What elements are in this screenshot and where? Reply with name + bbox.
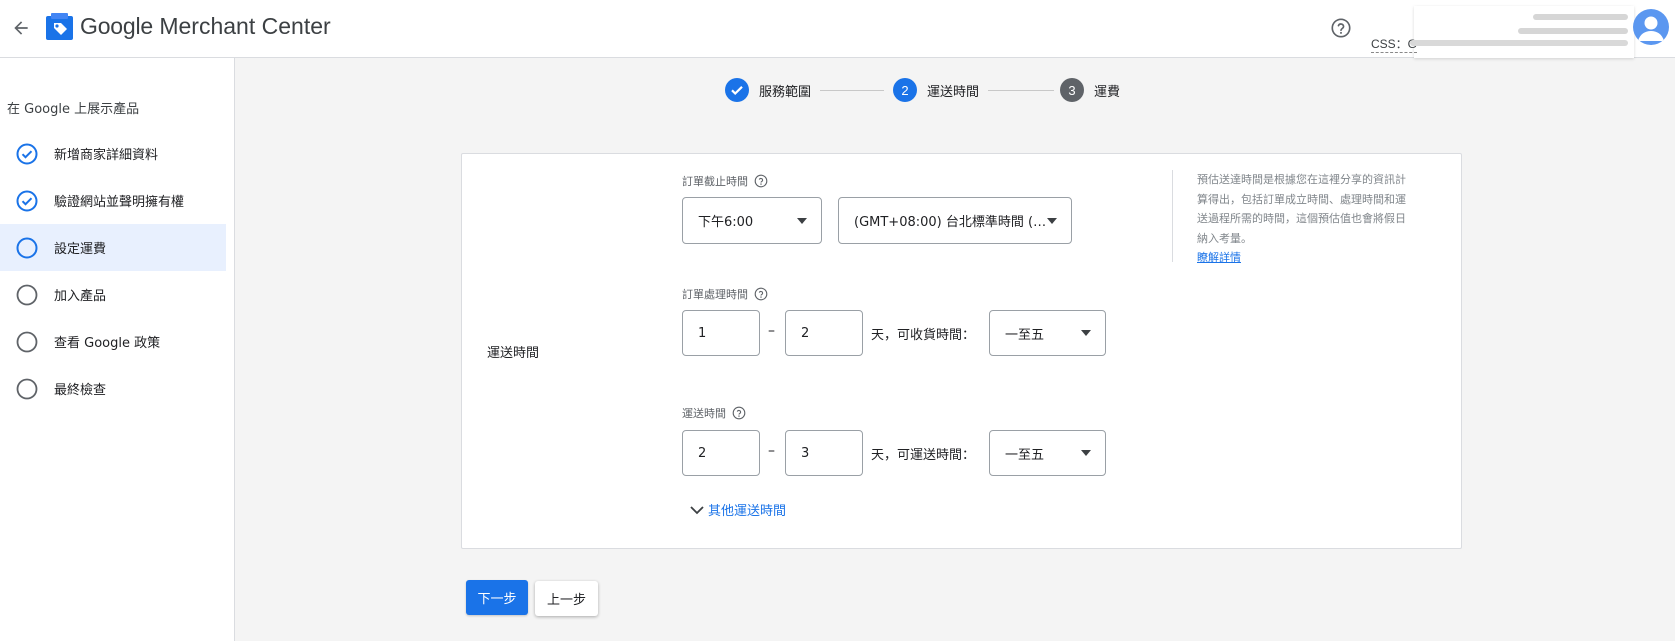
transit-time-card: 運送時間 訂單截止時間 下午6:00 (GMT+08:00) 台北標準時間 (…… [461,153,1462,549]
handling-label-text: 訂單處理時間 [682,288,748,301]
dropdown-caret-icon [797,217,807,224]
sidebar-item-policies[interactable]: 查看 Google 政策 [0,318,226,365]
sidebar-item-label: 設定運費 [54,242,107,257]
circle-outline-icon [16,284,38,306]
transit-max-input[interactable]: 3 [785,430,863,476]
transit-suffix: 天，可運送時間： [871,448,976,463]
next-button[interactable]: 下一步 [466,580,528,615]
more-transit-times-label: 其他運送時間 [708,504,787,519]
previous-button[interactable]: 上一步 [535,581,598,616]
step-shipping-rate[interactable]: 3 運費 [1060,78,1120,102]
circle-outline-icon [16,237,38,259]
sidebar-heading: 在 Google 上展示產品 [7,102,140,117]
step-label: 運送時間 [927,84,980,100]
sidebar-item-verify-website[interactable]: 驗證網站並聲明擁有權 [0,177,226,224]
handling-suffix: 天，可收貨時間： [871,328,976,343]
cutoff-time-select[interactable]: 下午6:00 [682,197,822,244]
merchant-center-logo-icon [46,13,73,40]
handling-label: 訂單處理時間 [682,286,768,302]
step-done-check-icon [725,78,749,102]
sidebar-item-label: 新增商家詳細資料 [54,148,159,163]
transit-days-select[interactable]: 一至五 [989,430,1106,476]
stepper-connector [988,90,1054,91]
step-service-area[interactable]: 服務範圍 [725,78,811,102]
help-circle-icon[interactable] [732,406,746,420]
help-icon[interactable] [1328,15,1354,41]
step-number: 2 [893,78,917,102]
app-title-google: Google [80,13,153,39]
account-line-redacted [1533,14,1628,20]
transit-days-value: 一至五 [1005,447,1045,463]
sidebar-item-shipping[interactable]: 設定運費 [0,224,226,271]
css-value-redacted [1410,40,1628,46]
cutoff-label-text: 訂單截止時間 [682,175,748,188]
user-avatar-icon [1638,16,1664,41]
dropdown-caret-icon [1081,330,1091,336]
avatar[interactable] [1633,9,1669,45]
range-dash: – [768,443,775,459]
step-number: 3 [1060,78,1084,102]
help-circle-icon[interactable] [754,174,768,188]
chevron-down-icon [690,505,704,514]
handling-min-input[interactable]: 1 [682,310,760,356]
circle-outline-icon [16,378,38,400]
check-circle-icon [16,143,38,165]
sidebar-item-label: 查看 Google 政策 [54,336,161,351]
account-line-redacted [1518,28,1628,34]
cutoff-label: 訂單截止時間 [682,173,768,189]
timezone-select[interactable]: (GMT+08:00) 台北標準時間 (… [838,197,1072,244]
app-title: Google Merchant Center [80,13,331,40]
handling-days-value: 一至五 [1005,327,1045,343]
step-transit-time[interactable]: 2 運送時間 [893,78,979,102]
sidebar-item-label: 加入產品 [54,289,107,304]
sidebar-item-business-info[interactable]: 新增商家詳細資料 [0,130,226,177]
more-transit-times-link[interactable]: 其他運送時間 [688,500,786,519]
account-switcher[interactable] [1414,6,1634,58]
back-arrow-icon[interactable] [5,12,37,44]
cutoff-time-value: 下午6:00 [698,215,754,230]
check-circle-icon [16,190,38,212]
setup-sidebar: 在 Google 上展示產品 新增商家詳細資料 驗證網站並聲明擁有權 設定運費 … [0,58,235,641]
sidebar-item-add-products[interactable]: 加入產品 [0,271,226,318]
dropdown-caret-icon [1047,217,1057,224]
app-header: Google Merchant Center CSS：G [0,0,1675,58]
transit-label-text: 運送時間 [682,407,726,420]
info-panel: 預估送達時間是根據您在這裡分享的資訊計算得出，包括訂單成立時間、處理時間和運送過… [1172,170,1412,264]
learn-more-link[interactable]: 瞭解詳情 [1197,251,1241,264]
sidebar-item-label: 驗證網站並聲明擁有權 [54,195,185,210]
step-label: 運費 [1094,84,1121,100]
timezone-value: (GMT+08:00) 台北標準時間 (… [854,215,1047,230]
row-label: 運送時間 [487,346,540,361]
app-title-rest: Merchant Center [152,13,331,39]
transit-min-input[interactable]: 2 [682,430,760,476]
transit-label: 運送時間 [682,405,746,421]
help-circle-icon[interactable] [754,287,768,301]
info-text: 預估送達時間是根據您在這裡分享的資訊計算得出，包括訂單成立時間、處理時間和運送過… [1197,173,1406,245]
circle-outline-icon [16,331,38,353]
sidebar-item-label: 最終檢查 [54,383,107,398]
step-label: 服務範圍 [759,84,812,100]
range-dash: – [768,323,775,339]
handling-max-input[interactable]: 2 [785,310,863,356]
handling-days-select[interactable]: 一至五 [989,310,1106,356]
sidebar-item-final-check[interactable]: 最終檢查 [0,365,226,412]
stepper-connector [820,90,884,91]
dropdown-caret-icon [1081,450,1091,456]
